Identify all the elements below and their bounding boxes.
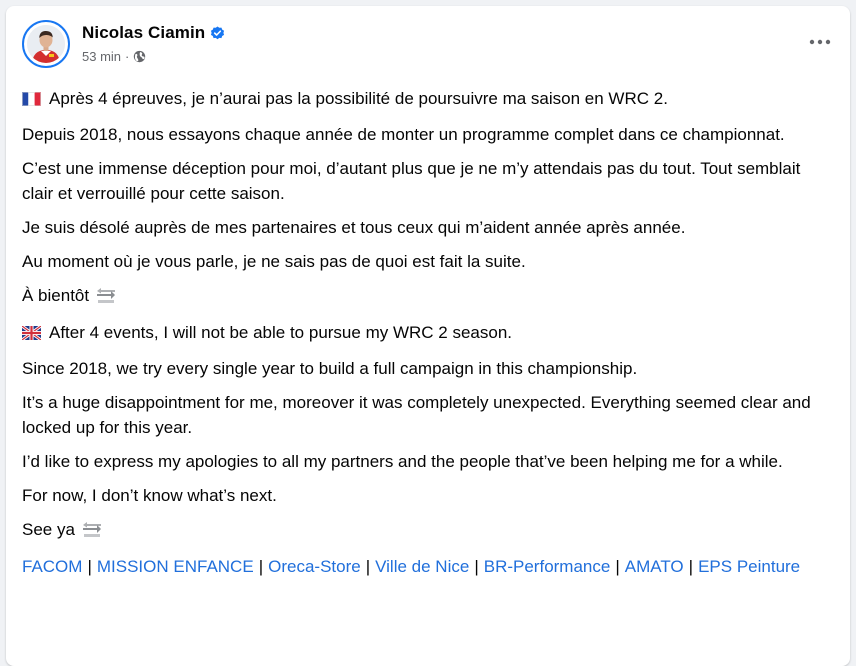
link-mission-enfance[interactable]: MISSION ENFANCE <box>97 557 254 576</box>
paragraph-fr-4: Je suis désolé auprès de mes partenaires… <box>22 218 686 237</box>
link-ville-de-nice[interactable]: Ville de Nice <box>375 557 469 576</box>
avatar-person-icon <box>27 25 65 63</box>
paragraph-en-5: For now, I don’t know what’s next. <box>22 486 277 505</box>
paragraph-fr-6-text: À bientôt <box>22 286 90 305</box>
author-avatar[interactable] <box>22 20 70 68</box>
link-separator: | <box>615 557 620 576</box>
link-separator: | <box>258 557 264 576</box>
post-card: Nicolas Ciamin 53 min · Après 4 épreuves… <box>6 6 850 666</box>
post-body: Après 4 épreuves, je n’aurai pas la poss… <box>21 86 822 588</box>
link-separator: | <box>688 557 694 576</box>
post-header: Nicolas Ciamin 53 min · <box>22 20 834 70</box>
link-separator: | <box>474 557 479 576</box>
avatar-photo <box>27 25 65 63</box>
paragraph-fr-1-text: Après 4 épreuves, je n’aurai pas la poss… <box>49 89 668 108</box>
paragraph-fr-1: Après 4 épreuves, je n’aurai pas la poss… <box>22 86 822 113</box>
sponsor-links: FACOM | MISSION ENFANCE | Oreca-Store | Ville … <box>22 554 822 579</box>
paragraph-en-2: Since 2018, we try every single year to … <box>22 359 638 378</box>
flag-uk-icon <box>21 322 42 347</box>
paragraph-en-1: After 4 events, I will not be able to pu… <box>21 320 822 347</box>
meta-separator: · <box>125 49 130 64</box>
link-br-performance[interactable]: BR-Performance <box>484 557 611 576</box>
more-horizontal-icon <box>809 39 831 45</box>
link-separator: | <box>365 557 371 576</box>
paragraph-fr-3: C’est une immense déception pour moi, d’… <box>22 159 801 203</box>
link-oreca-store[interactable]: Oreca-Store <box>268 557 361 576</box>
paragraph-en-6-text: See ya <box>22 520 75 539</box>
link-eps-peinture[interactable]: EPS Peinture <box>698 557 800 576</box>
author-name[interactable]: Nicolas Ciamin <box>82 23 205 43</box>
soon-arrow-icon <box>96 286 116 311</box>
author-line: Nicolas Ciamin <box>82 22 225 44</box>
verified-badge-icon <box>210 25 225 41</box>
more-options-button[interactable] <box>806 32 834 52</box>
paragraph-fr-5: Au moment où je vous parle, je ne sais p… <box>22 252 526 271</box>
post-timestamp[interactable]: 53 min <box>82 49 121 64</box>
post-meta: 53 min · <box>82 49 146 64</box>
globe-icon[interactable] <box>133 50 146 63</box>
paragraph-en-4: I’d like to express my apologies to all … <box>22 452 783 471</box>
flag-france-icon <box>22 88 41 113</box>
paragraph-en-6: See ya <box>22 517 822 545</box>
paragraph-fr-2: Depuis 2018, nous essayons chaque année … <box>22 125 785 144</box>
link-amato[interactable]: AMATO <box>625 557 684 576</box>
link-facom[interactable]: FACOM <box>22 557 82 576</box>
paragraph-en-3: It’s a huge disappointment for me, moreo… <box>22 393 811 437</box>
link-separator: | <box>87 557 92 576</box>
soon-arrow-icon <box>82 520 102 545</box>
paragraph-fr-6: À bientôt <box>22 283 822 311</box>
paragraph-en-1-text: After 4 events, I will not be able to pu… <box>49 323 512 342</box>
